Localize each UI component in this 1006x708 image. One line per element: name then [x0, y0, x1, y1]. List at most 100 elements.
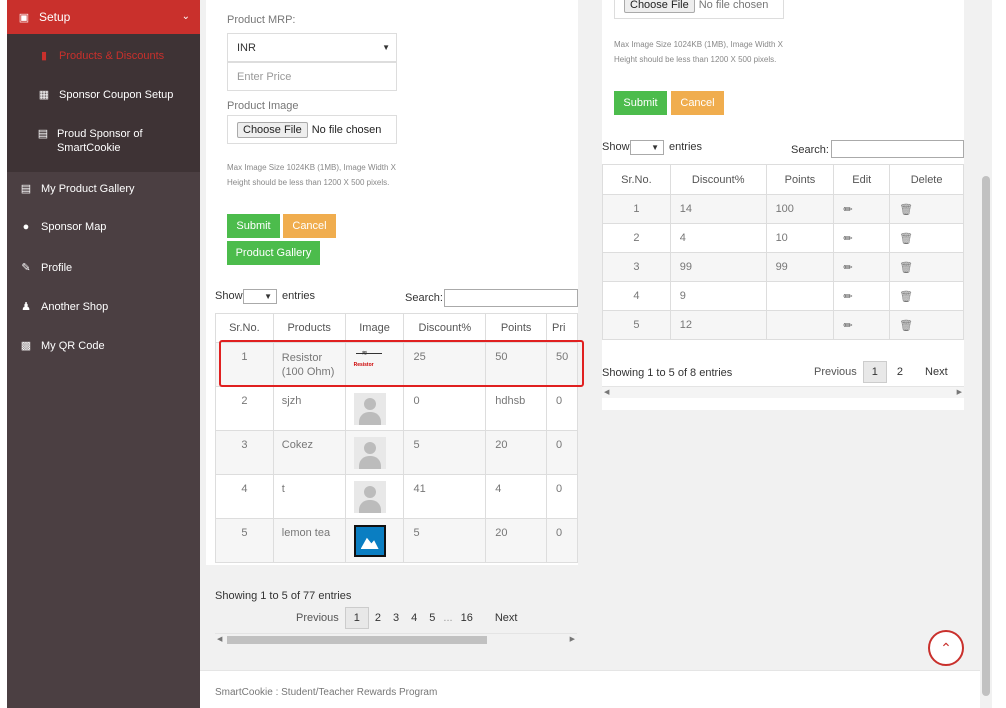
- edit-icon[interactable]: ✏: [833, 223, 891, 253]
- scroll-to-top-button[interactable]: ⌃: [928, 630, 964, 666]
- placeholder-avatar-icon: [353, 393, 386, 425]
- edit-icon[interactable]: ✏: [833, 194, 891, 224]
- edit-icon[interactable]: ✏: [833, 310, 891, 340]
- submit-button[interactable]: Submit: [227, 214, 280, 238]
- cell-points: [765, 281, 835, 311]
- cell-discount: 9: [669, 281, 767, 311]
- table-row[interactable]: 1 14 100 ✏ 🗑: [602, 194, 964, 224]
- products-horizontal-scrollbar[interactable]: ◀ ▶: [215, 633, 577, 645]
- column-header[interactable]: Discount%: [403, 313, 487, 343]
- scroll-right-icon[interactable]: ▶: [570, 635, 575, 643]
- sidebar-item-label: My Product Gallery: [41, 182, 135, 195]
- column-header[interactable]: Pri: [546, 313, 578, 343]
- table-row[interactable]: 5 lemon tea 5 20 0: [215, 518, 578, 563]
- submit-button[interactable]: Submit: [614, 91, 667, 115]
- table-row[interactable]: 3 Cokez 5 20 0: [215, 430, 578, 475]
- pagination-page[interactable]: 1: [344, 607, 369, 629]
- cancel-button[interactable]: Cancel: [283, 214, 336, 238]
- scroll-left-icon[interactable]: ◀: [604, 388, 609, 396]
- sidebar-item-qr-code[interactable]: ▩ My QR Code: [19, 339, 105, 353]
- column-header[interactable]: Products: [272, 313, 346, 343]
- cell-sr: 3: [602, 252, 671, 282]
- pagination-page[interactable]: 4: [405, 612, 423, 624]
- pagination-page[interactable]: 3: [387, 612, 405, 624]
- column-header[interactable]: Sr.No.: [602, 164, 671, 195]
- trash-icon[interactable]: 🗑: [889, 281, 964, 311]
- trash-icon[interactable]: 🗑: [889, 252, 964, 282]
- pagination-next[interactable]: Next: [909, 366, 954, 378]
- sidebar-item-sponsor-coupon-setup[interactable]: ▦ Sponsor Coupon Setup: [37, 88, 174, 102]
- pagination-previous[interactable]: Previous: [290, 612, 345, 624]
- sidebar-item-label: Products & Discounts: [59, 50, 165, 62]
- cancel-button[interactable]: Cancel: [671, 91, 724, 115]
- column-header[interactable]: Sr.No.: [215, 313, 274, 343]
- search-input[interactable]: [831, 140, 964, 158]
- pagination-next[interactable]: Next: [479, 612, 524, 624]
- choose-file-button[interactable]: Choose File: [237, 121, 308, 138]
- sidebar-item-profile[interactable]: ✎ Profile: [19, 261, 72, 275]
- cell-sr: 5: [215, 518, 274, 563]
- sidebar-item-product-gallery[interactable]: ▤ My Product Gallery: [19, 182, 135, 196]
- scroll-left-icon[interactable]: ◀: [217, 635, 222, 643]
- cell-product: Cokez: [272, 430, 346, 475]
- table-row[interactable]: 4 t 41 4 0: [215, 474, 578, 519]
- price-placeholder: Enter Price: [237, 70, 292, 83]
- cell-price: 0: [546, 430, 578, 475]
- pagination-page[interactable]: 16: [455, 612, 479, 624]
- pagination-previous[interactable]: Previous: [808, 366, 863, 378]
- discount-horizontal-scrollbar[interactable]: ◀ ▶: [602, 386, 964, 398]
- dropdown-arrow-icon: ▼: [382, 43, 390, 52]
- scroll-right-icon[interactable]: ▶: [957, 388, 962, 396]
- table-row[interactable]: 2 sjzh 0 hdhsb 0: [215, 386, 578, 431]
- column-header[interactable]: Discount%: [669, 164, 767, 195]
- edit-icon[interactable]: ✏: [833, 252, 891, 282]
- trash-icon[interactable]: 🗑: [889, 223, 964, 253]
- pagination-page[interactable]: 2: [369, 612, 387, 624]
- page-vertical-scrollbar[interactable]: [980, 0, 992, 708]
- sidebar-item-products-discounts[interactable]: ▮ Products & Discounts: [37, 49, 164, 63]
- column-header[interactable]: Edit: [833, 164, 891, 195]
- pagination-page[interactable]: 5: [423, 612, 441, 624]
- search-label: Search:: [791, 144, 829, 156]
- column-header[interactable]: Points: [485, 313, 548, 343]
- entries-select[interactable]: ▼: [243, 289, 277, 304]
- sidebar-item-label: Sponsor Coupon Setup: [59, 89, 174, 101]
- product-gallery-button[interactable]: Product Gallery: [227, 241, 320, 265]
- cell-image: [344, 386, 405, 431]
- sidebar-item-sponsor-map[interactable]: ● Sponsor Map: [19, 221, 107, 233]
- column-header[interactable]: Image: [344, 313, 405, 343]
- sidebar: ▣ Setup ⌄ ▮ Products & Discounts ▦ Spons…: [7, 0, 200, 708]
- scrollbar-thumb[interactable]: [982, 176, 990, 696]
- choose-file-button[interactable]: Choose File: [624, 0, 695, 13]
- coupon-image-file-input[interactable]: Choose File No file chosen: [614, 0, 784, 19]
- pagination-page[interactable]: 1: [862, 361, 887, 383]
- product-image-file-input[interactable]: Choose File No file chosen: [227, 115, 397, 144]
- cell-sr: 1: [602, 194, 671, 224]
- column-header[interactable]: Points: [765, 164, 835, 195]
- edit-icon[interactable]: ✏: [833, 281, 891, 311]
- sidebar-item-label: Another Shop: [41, 300, 109, 313]
- cell-product: lemon tea: [272, 518, 346, 563]
- trash-icon[interactable]: 🗑: [889, 310, 964, 340]
- table-row[interactable]: 5 12 ✏ 🗑: [602, 310, 964, 340]
- discount-pagination: Previous 1 2 Next: [808, 361, 954, 383]
- table-row[interactable]: 4 9 ✏ 🗑: [602, 281, 964, 311]
- cell-discount: 4: [669, 223, 767, 253]
- table-row[interactable]: 3 99 99 ✏ 🗑: [602, 252, 964, 282]
- picture-icon: ▤: [20, 183, 32, 195]
- pagination-page[interactable]: 2: [887, 366, 909, 378]
- currency-select[interactable]: INR ▼: [227, 33, 397, 62]
- monitor-icon: ▣: [18, 11, 30, 24]
- sidebar-item-label: Proud Sponsor of SmartCookie: [56, 128, 143, 154]
- scrollbar-thumb[interactable]: [227, 636, 487, 644]
- cell-points: 99: [765, 252, 835, 282]
- sidebar-item-another-shop[interactable]: ♟ Another Shop: [19, 300, 109, 314]
- nav-setup[interactable]: ▣ Setup ⌄: [7, 0, 200, 34]
- price-input[interactable]: Enter Price: [227, 62, 397, 91]
- entries-select[interactable]: ▼: [630, 140, 664, 155]
- sidebar-item-proud-sponsor[interactable]: ▤ Proud Sponsor of SmartCookie: [37, 127, 187, 155]
- trash-icon[interactable]: 🗑: [889, 194, 964, 224]
- search-input[interactable]: [444, 289, 578, 307]
- column-header[interactable]: Delete: [889, 164, 964, 195]
- table-row[interactable]: 2 4 10 ✏ 🗑: [602, 223, 964, 253]
